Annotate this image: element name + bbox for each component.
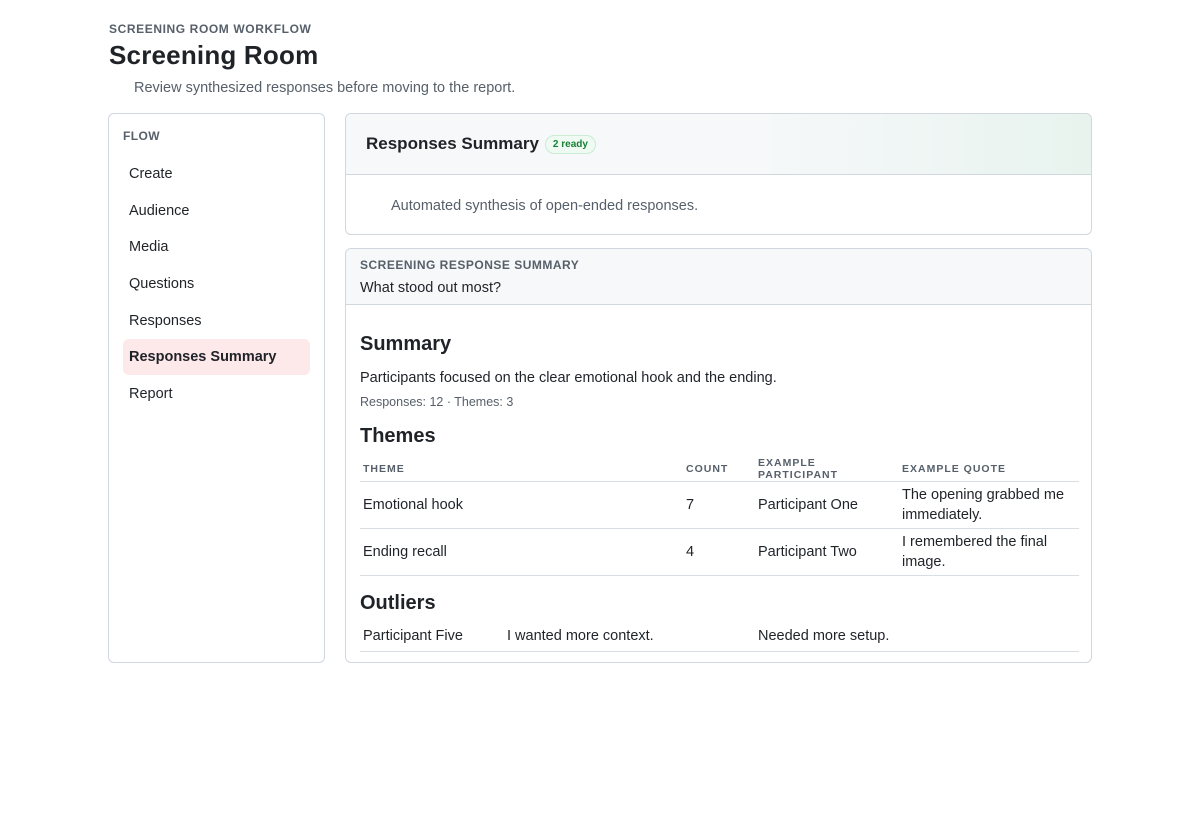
page-subtitle: Review synthesized responses before movi… [134, 80, 516, 96]
participant-cell: Participant Two [755, 528, 899, 576]
column-header-count: COUNT [683, 457, 755, 482]
summary-heading: Summary [360, 333, 452, 355]
table-row: Participant Five I wanted more context. … [360, 622, 1079, 652]
screening-response-summary-card: SCREENING RESPONSE SUMMARY What stood ou… [345, 248, 1092, 663]
sidebar-item-responses[interactable]: Responses [123, 303, 310, 339]
responses-summary-card-header: Responses Summary 2 ready [346, 114, 1091, 175]
outlier-participant-cell: Participant Five [360, 622, 504, 652]
flow-label: FLOW [123, 129, 160, 143]
flow-nav-list: Create Audience Media Questions Response… [123, 156, 310, 412]
sidebar-item-responses-summary[interactable]: Responses Summary [123, 339, 310, 376]
sidebar-item-media[interactable]: Media [123, 229, 310, 265]
summary-text: Participants focused on the clear emotio… [360, 370, 777, 386]
ready-status-badge: 2 ready [544, 134, 596, 154]
workflow-eyebrow: SCREENING ROOM WORKFLOW [109, 22, 312, 36]
column-header-theme: THEME [360, 457, 683, 482]
sidebar-item-report[interactable]: Report [123, 376, 310, 412]
themes-header-row: THEME COUNT EXAMPLE PARTICIPANT EXAMPLE … [360, 457, 1079, 482]
summary-meta: Responses: 12 · Themes: 3 [360, 395, 514, 409]
outlier-note-cell: Needed more setup. [755, 622, 1079, 652]
column-header-example-quote: EXAMPLE QUOTE [899, 457, 1079, 482]
question-eyebrow: SCREENING RESPONSE SUMMARY [360, 258, 580, 272]
themes-heading: Themes [360, 425, 436, 447]
count-cell: 4 [683, 528, 755, 576]
responses-summary-card: Responses Summary 2 ready Automated synt… [345, 113, 1092, 235]
page-header: SCREENING ROOM WORKFLOW Screening Room R… [109, 22, 1099, 98]
responses-summary-title: Responses Summary [366, 134, 539, 153]
participant-cell: Participant One [755, 481, 899, 529]
outliers-table: Participant Five I wanted more context. … [360, 622, 1079, 652]
question-text: What stood out most? [360, 280, 502, 296]
quote-cell: I remembered the final image. [899, 528, 1079, 576]
column-header-example-participant: EXAMPLE PARTICIPANT [755, 457, 899, 482]
page-title: Screening Room [109, 40, 319, 70]
question-header: SCREENING RESPONSE SUMMARY What stood ou… [346, 249, 1091, 305]
quote-cell: The opening grabbed me immediately. [899, 481, 1079, 529]
theme-cell: Ending recall [360, 528, 683, 576]
sidebar-item-audience[interactable]: Audience [123, 193, 310, 229]
summary-body: Summary Participants focused on the clea… [346, 305, 1091, 652]
sidebar-item-create[interactable]: Create [123, 156, 310, 192]
outlier-response-cell: I wanted more context. [504, 622, 755, 652]
themes-table: THEME COUNT EXAMPLE PARTICIPANT EXAMPLE … [360, 457, 1079, 576]
sidebar-item-questions[interactable]: Questions [123, 266, 310, 302]
responses-summary-description: Automated synthesis of open-ended respon… [391, 198, 699, 214]
count-cell: 7 [683, 481, 755, 529]
flow-sidebar: FLOW Create Audience Media Questions Res… [108, 113, 325, 663]
outliers-heading: Outliers [360, 592, 436, 614]
theme-cell: Emotional hook [360, 481, 683, 529]
table-row: Emotional hook 7 Participant One The ope… [360, 481, 1079, 529]
table-row: Ending recall 4 Participant Two I rememb… [360, 528, 1079, 576]
